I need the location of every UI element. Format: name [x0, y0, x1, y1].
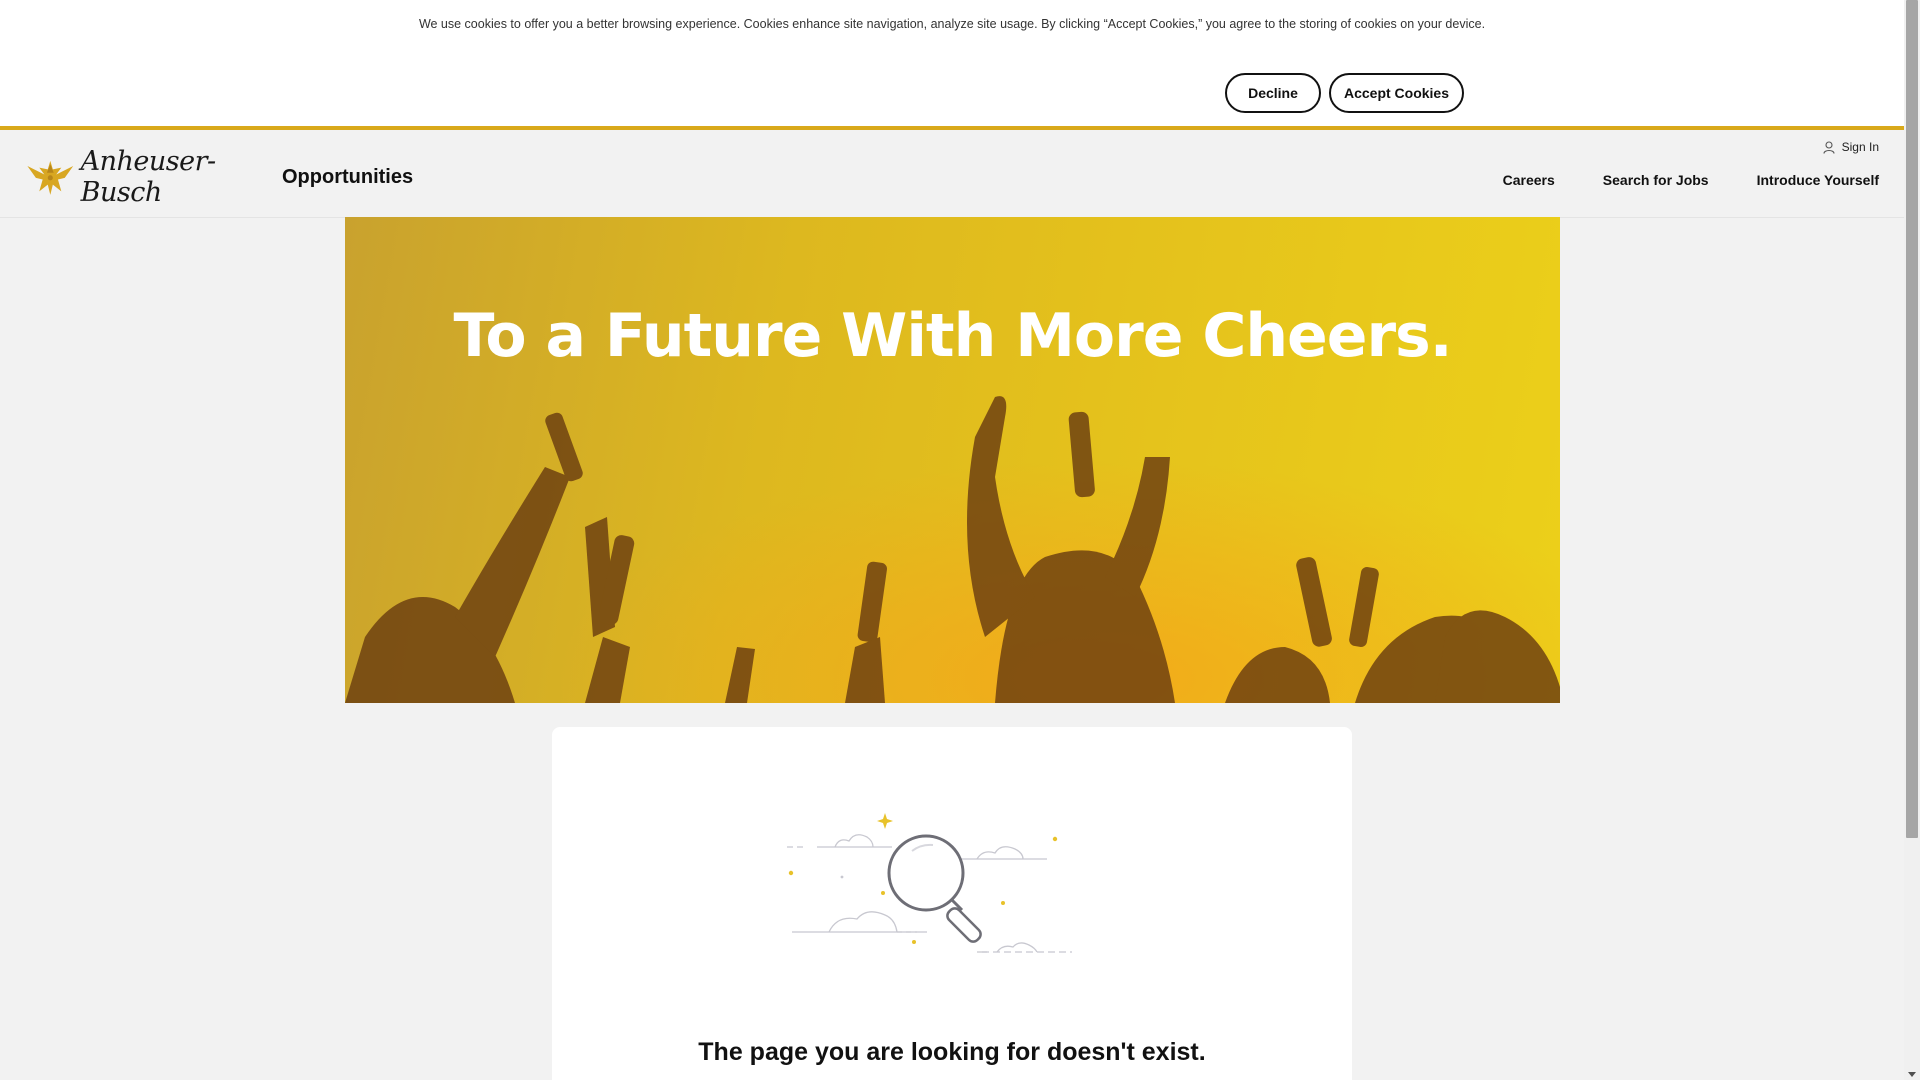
sign-in-label: Sign In — [1841, 140, 1879, 154]
logo-wordmark: Anheuser-Busch — [80, 146, 217, 208]
hero-heading: To a Future With More Cheers. — [453, 301, 1452, 371]
error-card: The page you are looking for doesn't exi… — [552, 727, 1352, 1080]
magnifier-illustration-icon — [787, 813, 1072, 953]
nav-introduce-yourself[interactable]: Introduce Yourself — [1757, 172, 1879, 188]
nav-careers[interactable]: Careers — [1503, 172, 1555, 188]
sign-in-link[interactable]: Sign In — [1823, 140, 1879, 154]
main-nav: Careers Search for Jobs Introduce Yourse… — [1503, 172, 1879, 188]
decline-cookies-button[interactable]: Decline — [1225, 73, 1321, 113]
page-scrollbar[interactable] — [1904, 0, 1920, 1080]
error-message: The page you are looking for doesn't exi… — [698, 1038, 1206, 1066]
user-icon — [1823, 140, 1835, 154]
scrollbar-thumb[interactable] — [1906, 0, 1918, 838]
site-header: Anheuser-Busch Opportunities Sign In Car… — [0, 134, 1904, 218]
nav-search-for-jobs[interactable]: Search for Jobs — [1603, 172, 1709, 188]
cookie-notice-text: We use cookies to offer you a better bro… — [418, 17, 1486, 31]
hero-crowd-image — [345, 217, 1560, 703]
cookie-banner: We use cookies to offer you a better bro… — [0, 0, 1904, 130]
eagle-logo-icon — [27, 160, 74, 195]
accept-cookies-button[interactable]: Accept Cookies — [1329, 73, 1464, 113]
page-title: Opportunities — [282, 166, 414, 188]
down-arrow-icon[interactable] — [1908, 1072, 1916, 1077]
anheuser-busch-logo[interactable]: Anheuser-Busch — [24, 146, 264, 208]
hero-banner: To a Future With More Cheers. — [345, 217, 1560, 703]
